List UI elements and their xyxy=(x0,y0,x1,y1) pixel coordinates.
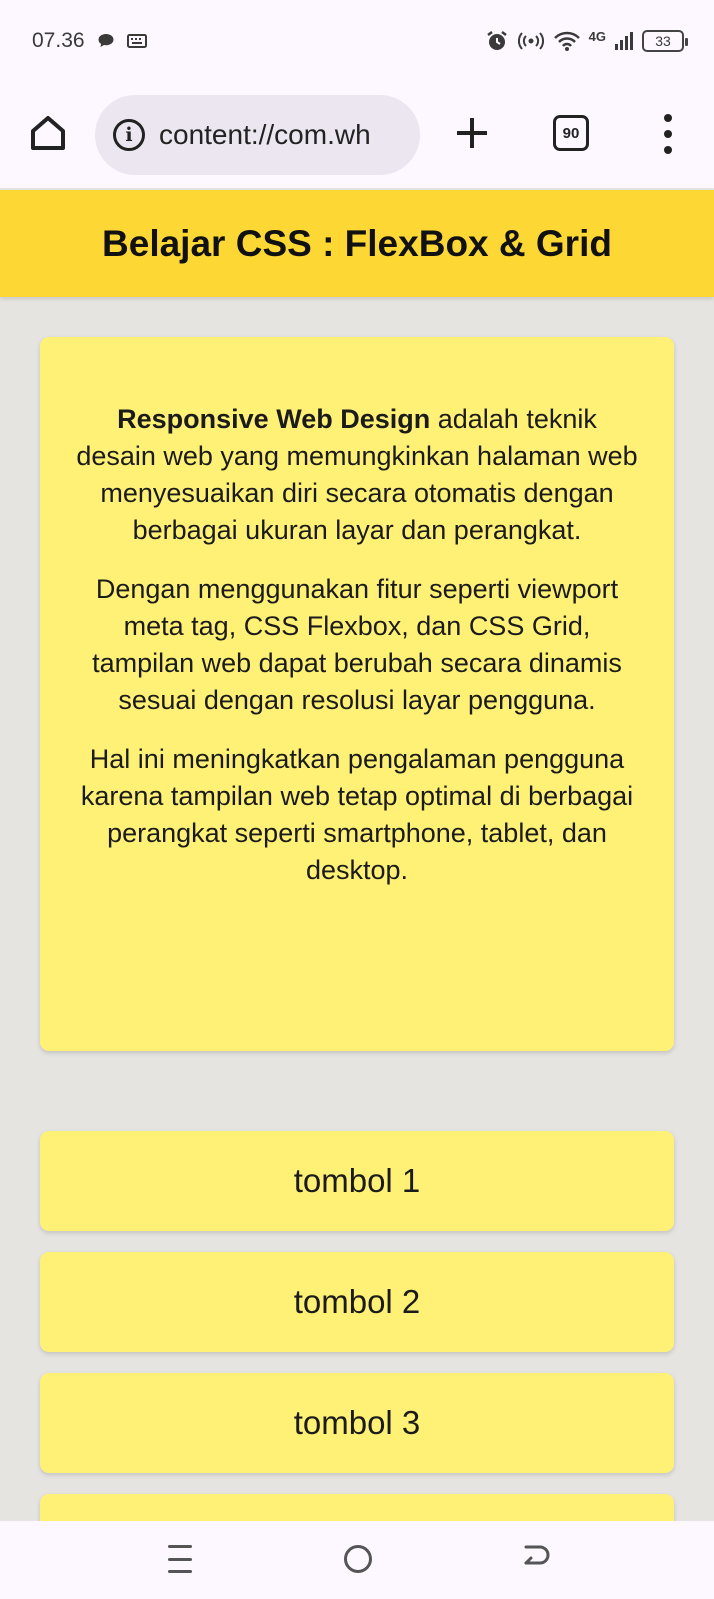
card-paragraph-1: Responsive Web Design adalah teknik desa… xyxy=(76,401,638,549)
tombol-3-button[interactable]: tombol 3 xyxy=(40,1373,674,1473)
info-card: Responsive Web Design adalah teknik desa… xyxy=(40,337,674,1051)
tab-count: 90 xyxy=(562,124,580,142)
signal-icon xyxy=(615,32,633,50)
more-vert-icon[interactable] xyxy=(658,114,678,154)
recents-icon[interactable] xyxy=(168,1545,192,1573)
battery-icon: 33 xyxy=(642,30,688,52)
status-time: 07.36 xyxy=(32,29,85,52)
home-icon[interactable] xyxy=(28,113,68,153)
tombol-1-button[interactable]: tombol 1 xyxy=(40,1131,674,1231)
card-paragraph-1-bold: Responsive Web Design xyxy=(117,404,431,434)
url-text: content://com.wh xyxy=(159,119,371,150)
tombol-2-button[interactable]: tombol 2 xyxy=(40,1252,674,1352)
new-tab-button[interactable] xyxy=(451,112,493,154)
wifi-icon xyxy=(553,31,580,51)
plus-icon xyxy=(457,118,487,148)
chat-bubble-icon xyxy=(98,34,114,47)
card-paragraph-3: Hal ini meningkatkan pengalaman pengguna… xyxy=(80,744,634,885)
info-icon[interactable]: i xyxy=(113,119,145,151)
home-nav-icon[interactable] xyxy=(344,1545,372,1573)
battery-level: 33 xyxy=(655,33,671,49)
page-title: Belajar CSS : FlexBox & Grid xyxy=(102,222,612,264)
page-header: Belajar CSS : FlexBox & Grid xyxy=(0,190,714,297)
alarm-icon xyxy=(486,31,507,50)
keyboard-icon xyxy=(126,34,147,48)
hotspot-icon xyxy=(517,32,544,50)
network-type: 4G xyxy=(588,28,606,44)
system-nav-bar xyxy=(0,1521,714,1599)
card-paragraph-2: Dengan menggunakan fitur seperti viewpor… xyxy=(92,574,622,715)
status-bar: 07.36 4G 33 xyxy=(0,0,714,82)
address-bar[interactable]: i content://com.wh xyxy=(95,95,420,175)
tab-switcher-button[interactable]: 90 xyxy=(553,115,589,151)
browser-toolbar: i content://com.wh 90 xyxy=(0,82,714,188)
back-icon[interactable] xyxy=(520,1543,550,1575)
